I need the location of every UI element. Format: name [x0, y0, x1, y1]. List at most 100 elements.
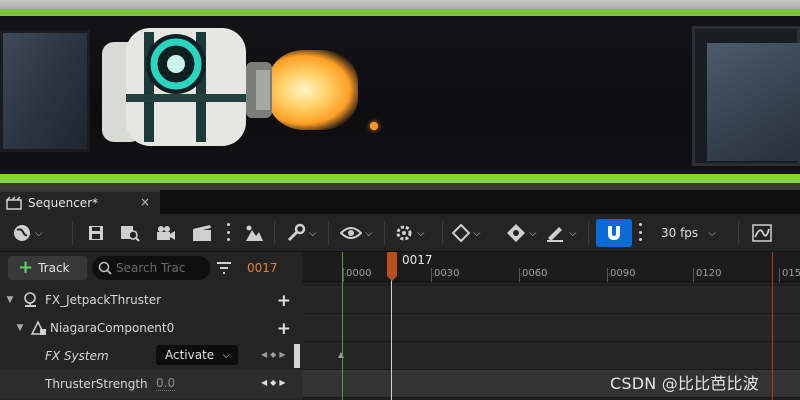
chevron-down-icon: ⌵ — [35, 227, 43, 239]
level-viewport[interactable] — [0, 0, 800, 190]
next-key-icon[interactable]: ▶ — [279, 378, 285, 387]
keyframe-marker[interactable] — [338, 352, 344, 358]
chevron-down-icon: ⌵ — [222, 349, 230, 361]
track-label: ThrusterStrength — [45, 377, 148, 391]
find-asset-button[interactable] — [120, 221, 140, 245]
add-track-button[interactable]: + Track — [8, 256, 87, 280]
gear-icon — [396, 225, 412, 241]
add-key-icon[interactable]: ◆ — [270, 378, 276, 387]
more-options-icon[interactable] — [226, 223, 230, 241]
timeline-row[interactable] — [303, 286, 800, 314]
toolbar-separator — [384, 221, 385, 245]
snap-options-icon[interactable] — [638, 223, 642, 241]
chevron-down-icon: ⌵ — [529, 227, 537, 239]
track-row-actor[interactable]: ▼ FX_JetpackThruster + — [0, 286, 303, 314]
timeline-row[interactable] — [303, 342, 800, 370]
chevron-down-icon: ⌵ — [309, 227, 317, 239]
search-input[interactable] — [116, 261, 202, 275]
watermark-text: CSDN @比比芭比波 — [610, 374, 759, 393]
pencil-icon — [547, 227, 563, 242]
film-icon — [6, 196, 22, 210]
tab-title: Sequencer* — [28, 196, 99, 210]
playback-start-marker[interactable] — [342, 252, 343, 400]
track-outliner: + Track 0017 ▼ FX_JetpackThruster + ▼ Ni… — [0, 252, 303, 400]
track-label: FX_JetpackThruster — [45, 293, 162, 307]
tick-label: 0000 — [346, 268, 372, 279]
prev-key-icon[interactable]: ◀ — [261, 350, 267, 359]
tick-label: 015 — [782, 268, 800, 279]
thruster-value-field[interactable]: 0.0 — [156, 376, 176, 391]
playhead-frame-label: 0017 — [402, 253, 433, 267]
viewport-window-left — [0, 30, 90, 152]
playback-icon — [246, 225, 263, 241]
save-button[interactable] — [88, 221, 104, 245]
time-ruler[interactable]: 0000 0030 0060 0090 0120 015 — [303, 252, 800, 282]
tools-button[interactable]: ⌵ — [286, 221, 317, 245]
track-label: FX System — [45, 349, 109, 363]
track-row-fx-system[interactable]: FX System Activate ⌵ ◀ ◆ ▶ — [0, 342, 303, 370]
curve-editor-button[interactable] — [752, 221, 772, 245]
snap-toggle[interactable] — [596, 219, 632, 247]
chevron-down-icon: ⌵ — [365, 227, 373, 239]
thruster-spark — [370, 122, 378, 130]
actor-icon — [24, 292, 36, 307]
sequencer-panel: Sequencer* × ⌵ ⌵ ⌵ ⌵ ⌵ ⌵ ⌵ 30 fps ⌵ + Tr… — [0, 190, 800, 400]
timeline-row[interactable] — [303, 314, 800, 342]
render-movie-button[interactable] — [192, 221, 212, 245]
toolbar-separator — [588, 221, 589, 245]
playback-end-marker[interactable] — [772, 252, 773, 400]
add-subtrack-icon[interactable]: + — [277, 291, 291, 311]
toolbar-separator — [328, 221, 329, 245]
key-button[interactable]: ⌵ — [506, 221, 537, 245]
keyframe-icon — [452, 224, 470, 242]
tick-label: 0090 — [610, 268, 636, 279]
close-icon[interactable]: × — [140, 195, 150, 209]
camera-button[interactable] — [156, 221, 176, 245]
playhead-handle[interactable] — [387, 252, 397, 281]
viewport-window-right — [692, 26, 800, 166]
key-navigation: ◀ ◆ ▶ — [261, 350, 285, 359]
track-row-component[interactable]: ▼ NiagaraComponent0 + — [0, 314, 303, 342]
tick-label: 0030 — [434, 268, 460, 279]
track-row-thruster-strength[interactable]: ThrusterStrength 0.0 ◀ ◆ ▶ — [0, 370, 303, 398]
tick-label: 0060 — [522, 268, 548, 279]
magnet-icon — [608, 226, 620, 240]
viewport-green-stripe-top — [0, 9, 800, 16]
world-button[interactable]: ⌵ — [12, 221, 43, 245]
activate-dropdown[interactable]: Activate ⌵ — [156, 345, 238, 365]
ruler-tick — [519, 268, 520, 282]
fps-label: 30 fps — [661, 226, 699, 240]
add-subtrack-icon[interactable]: + — [277, 319, 291, 339]
prev-key-icon[interactable]: ◀ — [261, 378, 267, 387]
caret-down-icon[interactable]: ▼ — [4, 295, 16, 305]
ruler-tick — [431, 268, 432, 282]
app-root: Sequencer* × ⌵ ⌵ ⌵ ⌵ ⌵ ⌵ ⌵ 30 fps ⌵ + Tr… — [0, 0, 800, 400]
next-key-icon[interactable]: ▶ — [279, 350, 285, 359]
keyframe-button[interactable]: ⌵ — [452, 221, 481, 245]
jetpack-model — [102, 28, 272, 146]
fps-dropdown[interactable]: 30 fps ⌵ — [661, 221, 716, 245]
track-label: NiagaraComponent0 — [50, 321, 175, 335]
chevron-down-icon: ⌵ — [417, 227, 425, 239]
thruster-flame — [268, 50, 358, 130]
filter-icon[interactable] — [216, 261, 232, 275]
render-icon — [193, 225, 211, 241]
edit-button[interactable]: ⌵ — [546, 221, 577, 245]
playback-options-button[interactable] — [244, 221, 264, 245]
chevron-down-icon: ⌵ — [708, 227, 716, 239]
search-box[interactable] — [92, 256, 210, 280]
plus-icon: + — [18, 257, 34, 278]
add-key-icon[interactable]: ◆ — [270, 350, 276, 359]
tab-sequencer[interactable]: Sequencer* × — [0, 190, 160, 214]
save-icon — [89, 226, 103, 240]
search-icon — [98, 261, 112, 275]
current-frame-field[interactable]: 0017 — [247, 261, 278, 275]
settings-button[interactable]: ⌵ — [394, 221, 425, 245]
scrollbar-thumb[interactable] — [294, 344, 300, 368]
toolbar-separator — [72, 221, 73, 245]
view-options-button[interactable]: ⌵ — [340, 221, 373, 245]
key-navigation: ◀ ◆ ▶ — [261, 378, 285, 387]
toolbar-separator — [442, 221, 443, 245]
caret-down-icon[interactable]: ▼ — [14, 323, 26, 333]
activate-label: Activate — [165, 348, 215, 362]
